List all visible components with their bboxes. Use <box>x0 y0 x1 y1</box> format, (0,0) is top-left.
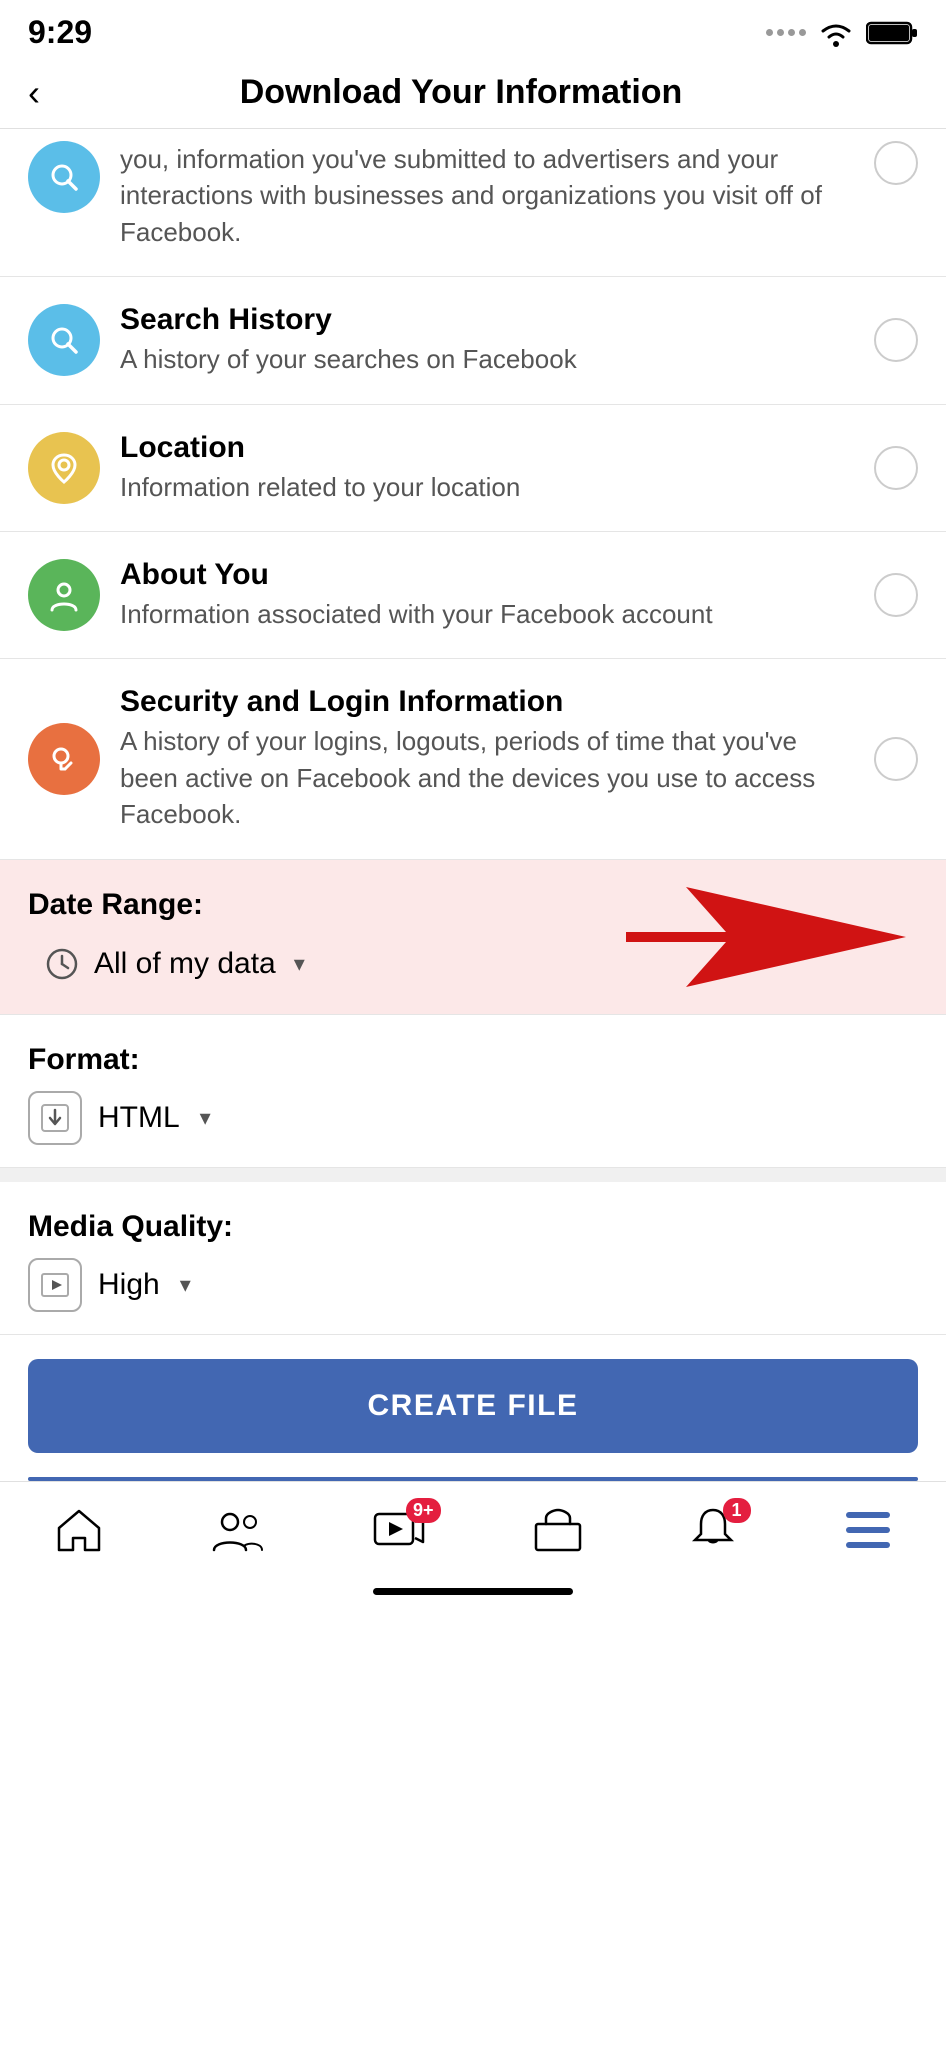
media-quality-icon-box <box>28 1258 82 1312</box>
location-icon <box>28 432 100 504</box>
format-control[interactable]: HTML ▾ <box>28 1091 918 1145</box>
home-indicator <box>0 1574 946 1605</box>
date-range-section: Date Range: All of my data ▾ <box>0 860 946 1015</box>
date-range-control[interactable]: All of my data ▾ <box>28 936 321 992</box>
section-divider <box>0 1168 946 1182</box>
media-quality-arrow[interactable]: ▾ <box>180 1272 191 1298</box>
nav-item-friends[interactable] <box>190 1500 286 1560</box>
film-icon <box>40 1270 70 1300</box>
about-you-radio[interactable] <box>874 573 918 617</box>
about-you-title: About You <box>120 558 854 592</box>
search-history-desc: A history of your searches on Facebook <box>120 341 854 377</box>
format-section: Format: HTML ▾ <box>0 1015 946 1168</box>
home-bar <box>373 1588 573 1595</box>
status-icons <box>766 18 918 48</box>
nav-item-menu[interactable] <box>822 1500 914 1560</box>
security-title: Security and Login Information <box>120 685 854 719</box>
date-range-arrow[interactable]: ▾ <box>294 951 305 977</box>
about-you-text: About You Information associated with yo… <box>120 558 854 632</box>
media-quality-section: Media Quality: High ▾ <box>0 1182 946 1335</box>
partial-item-text: you, information you've submitted to adv… <box>120 141 854 250</box>
nav-item-marketplace[interactable] <box>512 1500 604 1560</box>
marketplace-icon <box>532 1506 584 1554</box>
menu-icon <box>842 1506 894 1554</box>
format-arrow[interactable]: ▾ <box>200 1105 211 1131</box>
date-range-value: All of my data <box>94 947 276 981</box>
search-history-icon <box>28 304 100 376</box>
location-text: Location Information related to your loc… <box>120 431 854 505</box>
security-desc: A history of your logins, logouts, perio… <box>120 723 854 832</box>
page-title: Download Your Information <box>60 73 862 112</box>
bottom-nav: 9+ 1 <box>0 1481 946 1574</box>
format-value: HTML <box>98 1101 180 1135</box>
nav-item-home[interactable] <box>33 1500 125 1560</box>
friends-icon <box>210 1506 266 1554</box>
media-quality-control[interactable]: High ▾ <box>28 1258 918 1312</box>
list-item-security: Security and Login Information A history… <box>0 659 946 859</box>
status-time: 9:29 <box>28 14 92 51</box>
security-radio[interactable] <box>874 737 918 781</box>
annotation-arrow <box>626 877 906 997</box>
media-quality-value: High <box>98 1268 160 1302</box>
security-text: Security and Login Information A history… <box>120 685 854 832</box>
nav-item-watch[interactable]: 9+ <box>351 1500 447 1560</box>
search-history-text: Search History A history of your searche… <box>120 303 854 377</box>
battery-icon <box>866 19 918 47</box>
list-item-location: Location Information related to your loc… <box>0 405 946 532</box>
wifi-icon <box>816 18 856 48</box>
about-you-desc: Information associated with your Faceboo… <box>120 596 854 632</box>
search-history-title: Search History <box>120 303 854 337</box>
watch-badge: 9+ <box>406 1498 441 1523</box>
media-quality-label: Media Quality: <box>28 1210 918 1244</box>
partial-radio[interactable] <box>874 141 918 185</box>
signal-icon <box>766 29 806 36</box>
create-btn-container: CREATE FILE <box>0 1335 946 1477</box>
list-item-search-history: Search History A history of your searche… <box>0 277 946 404</box>
back-button[interactable]: ‹ <box>28 75 60 111</box>
create-file-button[interactable]: CREATE FILE <box>28 1359 918 1453</box>
status-bar: 9:29 <box>0 0 946 57</box>
notifications-badge: 1 <box>723 1498 751 1523</box>
location-radio[interactable] <box>874 446 918 490</box>
partial-list-item: you, information you've submitted to adv… <box>0 129 946 277</box>
header: ‹ Download Your Information <box>0 57 946 129</box>
format-label: Format: <box>28 1043 918 1077</box>
home-icon <box>53 1506 105 1554</box>
about-you-icon <box>28 559 100 631</box>
clock-icon <box>44 946 80 982</box>
nav-item-notifications[interactable]: 1 <box>669 1500 757 1560</box>
format-icon-box <box>28 1091 82 1145</box>
partial-item-icon <box>28 141 100 213</box>
location-desc: Information related to your location <box>120 469 854 505</box>
list-item-about-you: About You Information associated with yo… <box>0 532 946 659</box>
search-history-radio[interactable] <box>874 318 918 362</box>
location-title: Location <box>120 431 854 465</box>
security-icon <box>28 723 100 795</box>
download-icon <box>40 1103 70 1133</box>
